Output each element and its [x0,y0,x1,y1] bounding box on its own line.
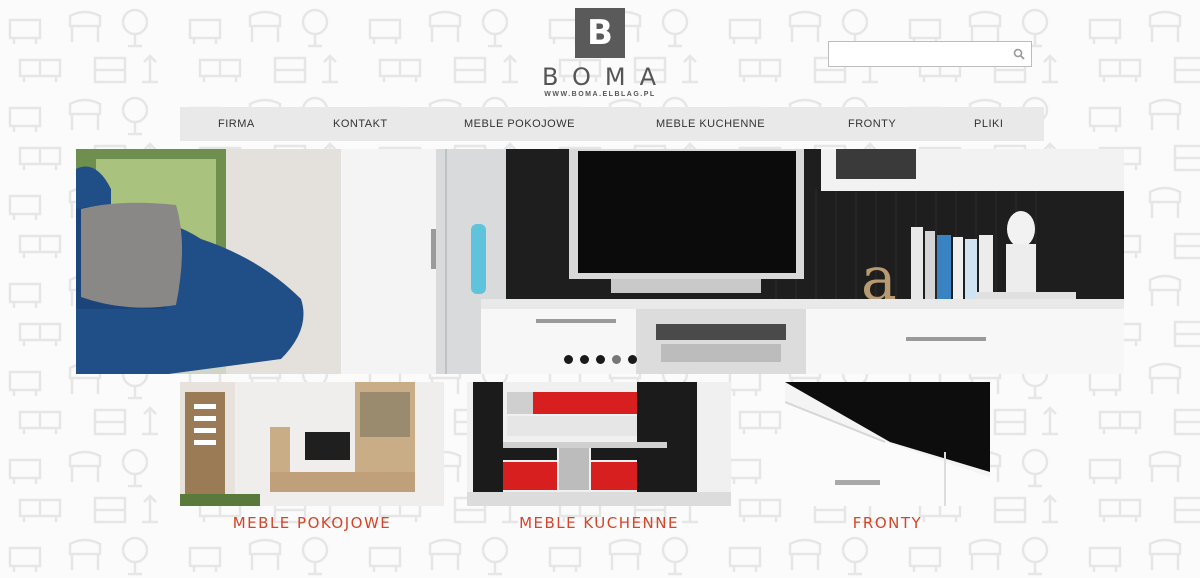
nav-item-pliki[interactable]: PLIKI [974,107,1003,141]
logo-wordmark: BOMA [541,63,671,91]
tile-label-fronty[interactable]: FRONTY [785,514,990,532]
tile-meble-pokojowe[interactable] [180,382,444,506]
nav-item-firma[interactable]: FIRMA [218,107,255,141]
slider-dot-4[interactable] [612,355,621,364]
logo-mark-letter: B [587,13,613,53]
slider-dot-1[interactable] [564,355,573,364]
nav-item-fronty[interactable]: FRONTY [848,107,896,141]
hero-slide-image: a [76,149,1124,374]
search-input[interactable] [829,42,1009,66]
tile-image-fronts [785,382,990,506]
tile-image-kitchen [467,382,731,506]
brand-logo[interactable]: B BOMA WWW.BOMA.ELBLAG.PL [520,8,680,100]
slider-dot-2[interactable] [580,355,589,364]
logo-url: WWW.BOMA.ELBLAG.PL [544,91,656,98]
slider-dot-3[interactable] [596,355,605,364]
search-icon[interactable] [1013,48,1025,60]
main-nav: FIRMA KONTAKT MEBLE POKOJOWE MEBLE KUCHE… [180,107,1044,141]
logo-mark: B [575,8,625,58]
tile-meble-kuchenne[interactable] [467,382,731,506]
tile-label-meble-pokojowe[interactable]: MEBLE POKOJOWE [180,514,444,532]
slider-dots [564,355,637,364]
hero-slider[interactable]: a [76,149,1124,374]
nav-item-kontakt[interactable]: KONTAKT [333,107,388,141]
tile-image-living-room [180,382,444,506]
tile-fronty[interactable] [785,382,990,506]
tile-label-meble-kuchenne[interactable]: MEBLE KUCHENNE [467,514,731,532]
search-box [828,41,1032,67]
slider-dot-5[interactable] [628,355,637,364]
nav-item-meble-pokojowe[interactable]: MEBLE POKOJOWE [464,107,575,141]
nav-item-meble-kuchenne[interactable]: MEBLE KUCHENNE [656,107,765,141]
